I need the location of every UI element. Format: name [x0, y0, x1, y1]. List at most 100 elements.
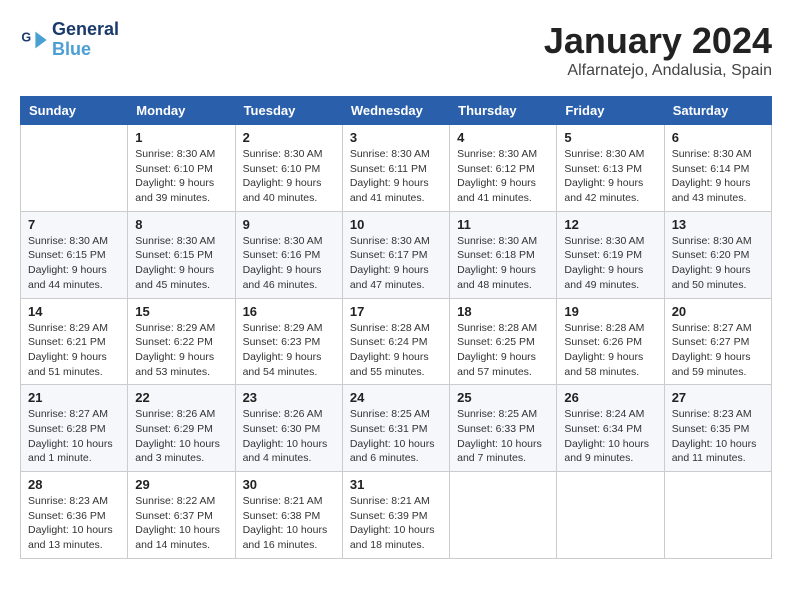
calendar-cell: 28Sunrise: 8:23 AM Sunset: 6:36 PM Dayli…: [21, 472, 128, 559]
day-number: 2: [243, 130, 335, 145]
calendar-cell: 12Sunrise: 8:30 AM Sunset: 6:19 PM Dayli…: [557, 211, 664, 298]
day-info: Sunrise: 8:30 AM Sunset: 6:10 PM Dayligh…: [135, 147, 227, 206]
calendar-cell: 9Sunrise: 8:30 AM Sunset: 6:16 PM Daylig…: [235, 211, 342, 298]
day-info: Sunrise: 8:26 AM Sunset: 6:29 PM Dayligh…: [135, 407, 227, 466]
day-number: 21: [28, 390, 120, 405]
logo: G General Blue: [20, 20, 119, 60]
calendar-cell: 26 Sunrise: 8:24 AM Sunset: 6:34 PM Dayli…: [557, 385, 664, 472]
calendar-cell: [21, 125, 128, 212]
day-info: Sunrise: 8:29 AM Sunset: 6:23 PM Dayligh…: [243, 321, 335, 380]
day-number: 10: [350, 217, 442, 232]
calendar-cell: [450, 472, 557, 559]
day-info: Sunrise: 8:28 AM Sunset: 6:26 PM Dayligh…: [564, 321, 656, 380]
day-number: 27: [672, 390, 764, 405]
day-number: 28: [28, 477, 120, 492]
day-info: Sunrise: 8:24 AM Sunset: 6:34 PM Dayligh…: [564, 407, 656, 466]
calendar-cell: 1 Sunrise: 8:30 AM Sunset: 6:10 PM Daylig…: [128, 125, 235, 212]
calendar-cell: 19 Sunrise: 8:28 AM Sunset: 6:26 PM Dayli…: [557, 298, 664, 385]
calendar-week-row: 21 Sunrise: 8:27 AM Sunset: 6:28 PM Dayli…: [21, 385, 772, 472]
page-title: January 2024: [544, 20, 772, 62]
title-block: January 2024 Alfarnatejo, Andalusia, Spa…: [544, 20, 772, 80]
calendar-cell: 25Sunrise: 8:25 AM Sunset: 6:33 PM Dayli…: [450, 385, 557, 472]
calendar-week-row: 28Sunrise: 8:23 AM Sunset: 6:36 PM Dayli…: [21, 472, 772, 559]
calendar-week-row: 1 Sunrise: 8:30 AM Sunset: 6:10 PM Daylig…: [21, 125, 772, 212]
day-info: Sunrise: 8:30 AM Sunset: 6:12 PM Dayligh…: [457, 147, 549, 206]
day-info: Sunrise: 8:21 AM Sunset: 6:38 PM Dayligh…: [243, 494, 335, 553]
logo-text: General Blue: [52, 20, 119, 60]
day-number: 13: [672, 217, 764, 232]
logo-icon: G: [20, 26, 48, 54]
calendar-cell: 6 Sunrise: 8:30 AM Sunset: 6:14 PM Daylig…: [664, 125, 771, 212]
day-number: 8: [135, 217, 227, 232]
day-info: Sunrise: 8:27 AM Sunset: 6:27 PM Dayligh…: [672, 321, 764, 380]
calendar-cell: 16 Sunrise: 8:29 AM Sunset: 6:23 PM Dayli…: [235, 298, 342, 385]
day-info: Sunrise: 8:30 AM Sunset: 6:11 PM Dayligh…: [350, 147, 442, 206]
svg-text:G: G: [21, 30, 31, 44]
day-info: Sunrise: 8:29 AM Sunset: 6:22 PM Dayligh…: [135, 321, 227, 380]
calendar-cell: 21 Sunrise: 8:27 AM Sunset: 6:28 PM Dayli…: [21, 385, 128, 472]
weekday-header: Friday: [557, 97, 664, 125]
day-number: 26: [564, 390, 656, 405]
day-info: Sunrise: 8:27 AM Sunset: 6:28 PM Dayligh…: [28, 407, 120, 466]
calendar-cell: 4 Sunrise: 8:30 AM Sunset: 6:12 PM Daylig…: [450, 125, 557, 212]
calendar-week-row: 7Sunrise: 8:30 AM Sunset: 6:15 PM Daylig…: [21, 211, 772, 298]
day-number: 24: [350, 390, 442, 405]
day-number: 5: [564, 130, 656, 145]
day-info: Sunrise: 8:23 AM Sunset: 6:35 PM Dayligh…: [672, 407, 764, 466]
calendar-cell: 10 Sunrise: 8:30 AM Sunset: 6:17 PM Dayli…: [342, 211, 449, 298]
calendar-cell: 13 Sunrise: 8:30 AM Sunset: 6:20 PM Dayli…: [664, 211, 771, 298]
day-number: 4: [457, 130, 549, 145]
day-info: Sunrise: 8:30 AM Sunset: 6:17 PM Dayligh…: [350, 234, 442, 293]
day-number: 31: [350, 477, 442, 492]
day-number: 12: [564, 217, 656, 232]
day-info: Sunrise: 8:30 AM Sunset: 6:10 PM Dayligh…: [243, 147, 335, 206]
day-info: Sunrise: 8:26 AM Sunset: 6:30 PM Dayligh…: [243, 407, 335, 466]
day-number: 29: [135, 477, 227, 492]
weekday-header: Monday: [128, 97, 235, 125]
day-number: 22: [135, 390, 227, 405]
calendar-cell: 24 Sunrise: 8:25 AM Sunset: 6:31 PM Dayli…: [342, 385, 449, 472]
calendar-table: SundayMondayTuesdayWednesdayThursdayFrid…: [20, 96, 772, 559]
day-number: 6: [672, 130, 764, 145]
day-info: Sunrise: 8:28 AM Sunset: 6:24 PM Dayligh…: [350, 321, 442, 380]
weekday-header: Tuesday: [235, 97, 342, 125]
day-info: Sunrise: 8:30 AM Sunset: 6:14 PM Dayligh…: [672, 147, 764, 206]
weekday-header: Wednesday: [342, 97, 449, 125]
day-info: Sunrise: 8:30 AM Sunset: 6:20 PM Dayligh…: [672, 234, 764, 293]
page-header: G General Blue January 2024 Alfarnatejo,…: [20, 20, 772, 80]
calendar-cell: 20 Sunrise: 8:27 AM Sunset: 6:27 PM Dayli…: [664, 298, 771, 385]
day-number: 15: [135, 304, 227, 319]
calendar-cell: 18 Sunrise: 8:28 AM Sunset: 6:25 PM Dayli…: [450, 298, 557, 385]
calendar-cell: 2 Sunrise: 8:30 AM Sunset: 6:10 PM Daylig…: [235, 125, 342, 212]
calendar-header-row: SundayMondayTuesdayWednesdayThursdayFrid…: [21, 97, 772, 125]
day-number: 11: [457, 217, 549, 232]
day-number: 1: [135, 130, 227, 145]
day-number: 14: [28, 304, 120, 319]
calendar-cell: 17 Sunrise: 8:28 AM Sunset: 6:24 PM Dayli…: [342, 298, 449, 385]
day-number: 16: [243, 304, 335, 319]
day-info: Sunrise: 8:30 AM Sunset: 6:15 PM Dayligh…: [28, 234, 120, 293]
calendar-cell: 8Sunrise: 8:30 AM Sunset: 6:15 PM Daylig…: [128, 211, 235, 298]
calendar-cell: 29Sunrise: 8:22 AM Sunset: 6:37 PM Dayli…: [128, 472, 235, 559]
calendar-cell: 27 Sunrise: 8:23 AM Sunset: 6:35 PM Dayli…: [664, 385, 771, 472]
calendar-cell: 15 Sunrise: 8:29 AM Sunset: 6:22 PM Dayli…: [128, 298, 235, 385]
day-info: Sunrise: 8:25 AM Sunset: 6:31 PM Dayligh…: [350, 407, 442, 466]
day-info: Sunrise: 8:30 AM Sunset: 6:16 PM Dayligh…: [243, 234, 335, 293]
day-number: 25: [457, 390, 549, 405]
weekday-header: Saturday: [664, 97, 771, 125]
day-number: 17: [350, 304, 442, 319]
calendar-cell: 7Sunrise: 8:30 AM Sunset: 6:15 PM Daylig…: [21, 211, 128, 298]
calendar-cell: 14Sunrise: 8:29 AM Sunset: 6:21 PM Dayli…: [21, 298, 128, 385]
weekday-header: Thursday: [450, 97, 557, 125]
day-number: 20: [672, 304, 764, 319]
calendar-cell: [664, 472, 771, 559]
calendar-cell: 22 Sunrise: 8:26 AM Sunset: 6:29 PM Dayli…: [128, 385, 235, 472]
day-number: 3: [350, 130, 442, 145]
day-number: 18: [457, 304, 549, 319]
calendar-cell: 30Sunrise: 8:21 AM Sunset: 6:38 PM Dayli…: [235, 472, 342, 559]
weekday-header: Sunday: [21, 97, 128, 125]
day-number: 19: [564, 304, 656, 319]
day-info: Sunrise: 8:28 AM Sunset: 6:25 PM Dayligh…: [457, 321, 549, 380]
calendar-cell: 11Sunrise: 8:30 AM Sunset: 6:18 PM Dayli…: [450, 211, 557, 298]
calendar-cell: 3 Sunrise: 8:30 AM Sunset: 6:11 PM Daylig…: [342, 125, 449, 212]
